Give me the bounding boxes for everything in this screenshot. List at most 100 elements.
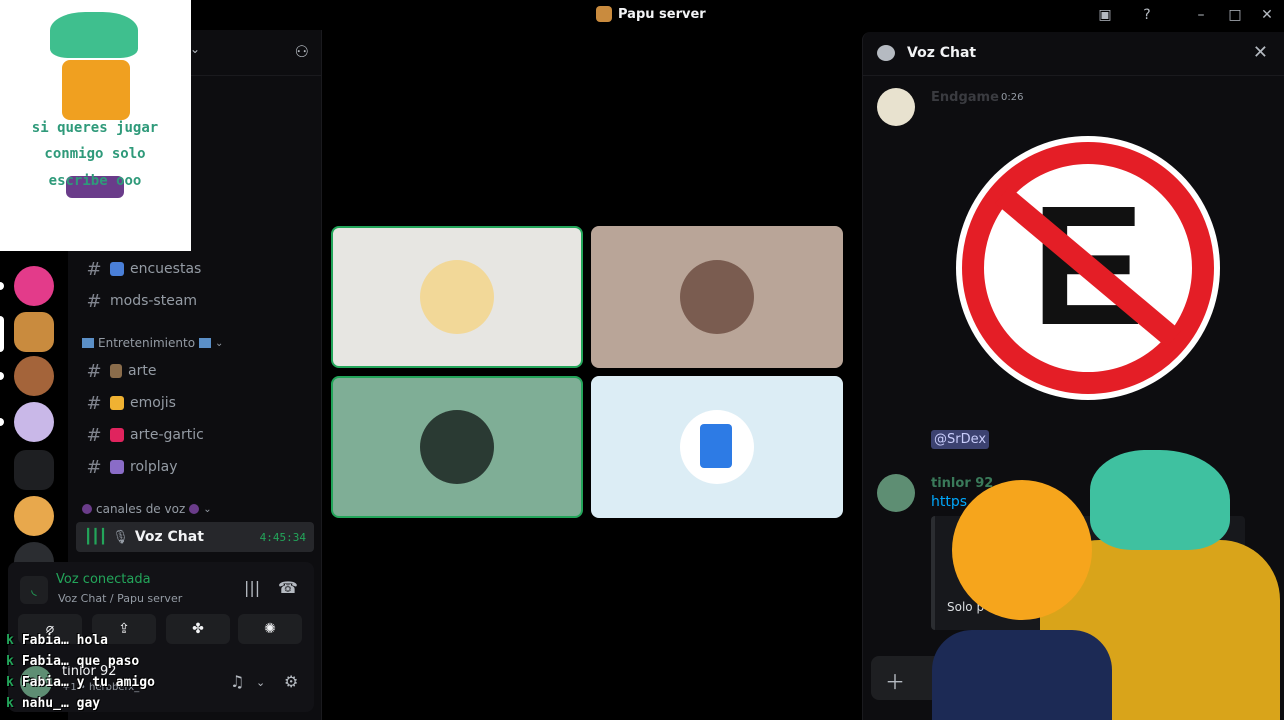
server-unread-pill (0, 282, 4, 290)
chat-title: Voz Chat (907, 45, 977, 61)
channel-label: emojis (130, 395, 176, 411)
chat-bubble-icon (877, 45, 895, 61)
sticker-caption-line: si queres jugar (31, 120, 159, 136)
server-unread-pill (0, 372, 4, 380)
server-title-text: Papu server (618, 6, 706, 22)
server-icon-anime[interactable] (14, 402, 54, 442)
avatar[interactable] (877, 474, 915, 512)
category-voz[interactable]: canales de voz ⌄ (82, 502, 212, 516)
channel-arte-gartic[interactable]: # arte-gartic (76, 420, 314, 450)
user-mention[interactable]: @SrDex (931, 430, 990, 449)
chevron-down-icon: ⌄ (203, 503, 212, 515)
participant-tile[interactable] (591, 376, 843, 518)
voice-timer: 4:45:34 (259, 530, 306, 544)
document-icon (700, 424, 732, 468)
voice-channel-voz-chat[interactable]: ┃┃┃ 🎙︎ Voz Chat 4:45:34 (76, 522, 314, 552)
sticker-overlay: si queres jugar conmigo solo escribe ooo (0, 0, 191, 251)
overlay-chat-line: k Fabia… y tu amigo (6, 675, 155, 690)
overlay-chat-line: k Fabia… que paso (6, 654, 140, 669)
no-parking-sign: E (956, 136, 1220, 400)
message-link[interactable]: https (931, 494, 967, 510)
server-icon-pink[interactable] (14, 266, 54, 306)
cat-emoji-icon (110, 396, 124, 410)
clapper-emoji-icon (110, 460, 124, 474)
character-suit (932, 630, 1112, 720)
microphone-icon: 🎙︎ (112, 529, 129, 545)
server-icon (596, 6, 612, 22)
overlay-chat-line: k Fabia… hola (6, 633, 108, 648)
server-unread-pill (0, 418, 4, 426)
overlay-chat-text: hola (76, 633, 108, 648)
overlay-chat-line: k nahu_… gay (6, 696, 101, 711)
voice-status[interactable]: Voz conectada (56, 572, 151, 587)
server-icon-dog[interactable] (14, 496, 54, 536)
server-title: Papu server (596, 6, 706, 22)
voice-channel-label: Voz Chat (134, 529, 204, 545)
voice-location: Voz Chat / Papu server (58, 592, 183, 605)
server-selected-pill (0, 316, 4, 352)
avatar[interactable] (877, 88, 915, 126)
chart-emoji-icon (110, 262, 124, 276)
overlay-chat-user: Fabia… (21, 675, 69, 690)
hash-icon: # (86, 360, 102, 382)
participant-tile[interactable] (591, 226, 843, 368)
chevron-down-icon[interactable]: ⌄ (190, 42, 200, 56)
channel-emojis[interactable]: # emojis (76, 388, 314, 418)
title-bar: Papu server ▣ ? – □ ✕ (0, 0, 1284, 30)
tv-emoji-icon (82, 338, 94, 348)
invite-member-icon[interactable]: ⚇ (295, 42, 309, 61)
participant-avatar (680, 410, 754, 484)
noise-suppression-icon[interactable]: ||| (244, 578, 260, 597)
overlay-chat-text: y tu amigo (76, 675, 155, 690)
help-icon[interactable]: ? (1138, 6, 1156, 24)
category-entretenimiento[interactable]: Entretenimiento ⌄ (82, 336, 223, 350)
hash-icon: # (86, 424, 102, 446)
message-author[interactable]: tinlor 92 (931, 476, 993, 491)
participant-tile[interactable] (331, 226, 583, 368)
close-icon[interactable]: ✕ (1253, 42, 1268, 63)
phone-emoji-icon (110, 428, 124, 442)
chevron-down-icon: ⌄ (215, 337, 224, 349)
participant-tile[interactable] (331, 376, 583, 518)
chat-header: Voz Chat ✕ (863, 32, 1284, 76)
character-hair (1090, 450, 1230, 550)
overlay-chat-text: gay (76, 696, 101, 711)
voice-activity-icon: ┃┃┃ (84, 529, 107, 545)
add-attachment-icon[interactable]: ＋ (885, 666, 905, 695)
tv-emoji-icon (199, 338, 212, 348)
participant-avatar (420, 410, 494, 484)
channel-label: arte (128, 363, 157, 379)
close-window-button[interactable]: ✕ (1258, 6, 1276, 24)
channel-encuestas[interactable]: # encuestas (76, 254, 314, 284)
message-author[interactable]: Endgame (931, 90, 999, 105)
purple-emoji-icon (82, 504, 92, 514)
character-orange-face (952, 480, 1092, 620)
disconnect-icon[interactable]: ☎ (278, 578, 298, 597)
maximize-button[interactable]: □ (1226, 6, 1244, 24)
channel-rolplay[interactable]: # rolplay (76, 452, 314, 482)
hash-icon: # (86, 456, 102, 478)
channel-label: arte-gartic (130, 427, 204, 443)
channel-mods-steam[interactable]: # mods-steam (76, 286, 314, 316)
participant-avatar (680, 260, 754, 334)
inbox-icon[interactable]: ▣ (1096, 6, 1114, 24)
folder-icon[interactable] (14, 450, 54, 490)
purple-emoji-icon (189, 504, 200, 514)
sticker-caption-line: escribe ooo (48, 173, 142, 189)
channel-arte[interactable]: # arte (76, 356, 314, 386)
gear-icon[interactable]: ⚙ (284, 672, 298, 691)
overlay-chat-user: Fabia… (21, 654, 69, 669)
brush-emoji-icon (110, 364, 122, 378)
sticker-caption-line: conmigo solo (44, 146, 146, 162)
minimize-button[interactable]: – (1192, 6, 1210, 24)
overlay-chat-user: Fabia… (21, 633, 69, 648)
category-label: canales de voz (96, 502, 186, 516)
signal-icon[interactable]: ◟ (20, 576, 48, 604)
character-body (62, 60, 130, 120)
message-time: 0:26 (1001, 92, 1024, 103)
server-icon-papu[interactable] (14, 312, 54, 352)
character-hair (50, 12, 138, 58)
voice-stage (323, 30, 856, 720)
hash-icon: # (86, 290, 102, 312)
server-icon-sunglasses[interactable] (14, 356, 54, 396)
